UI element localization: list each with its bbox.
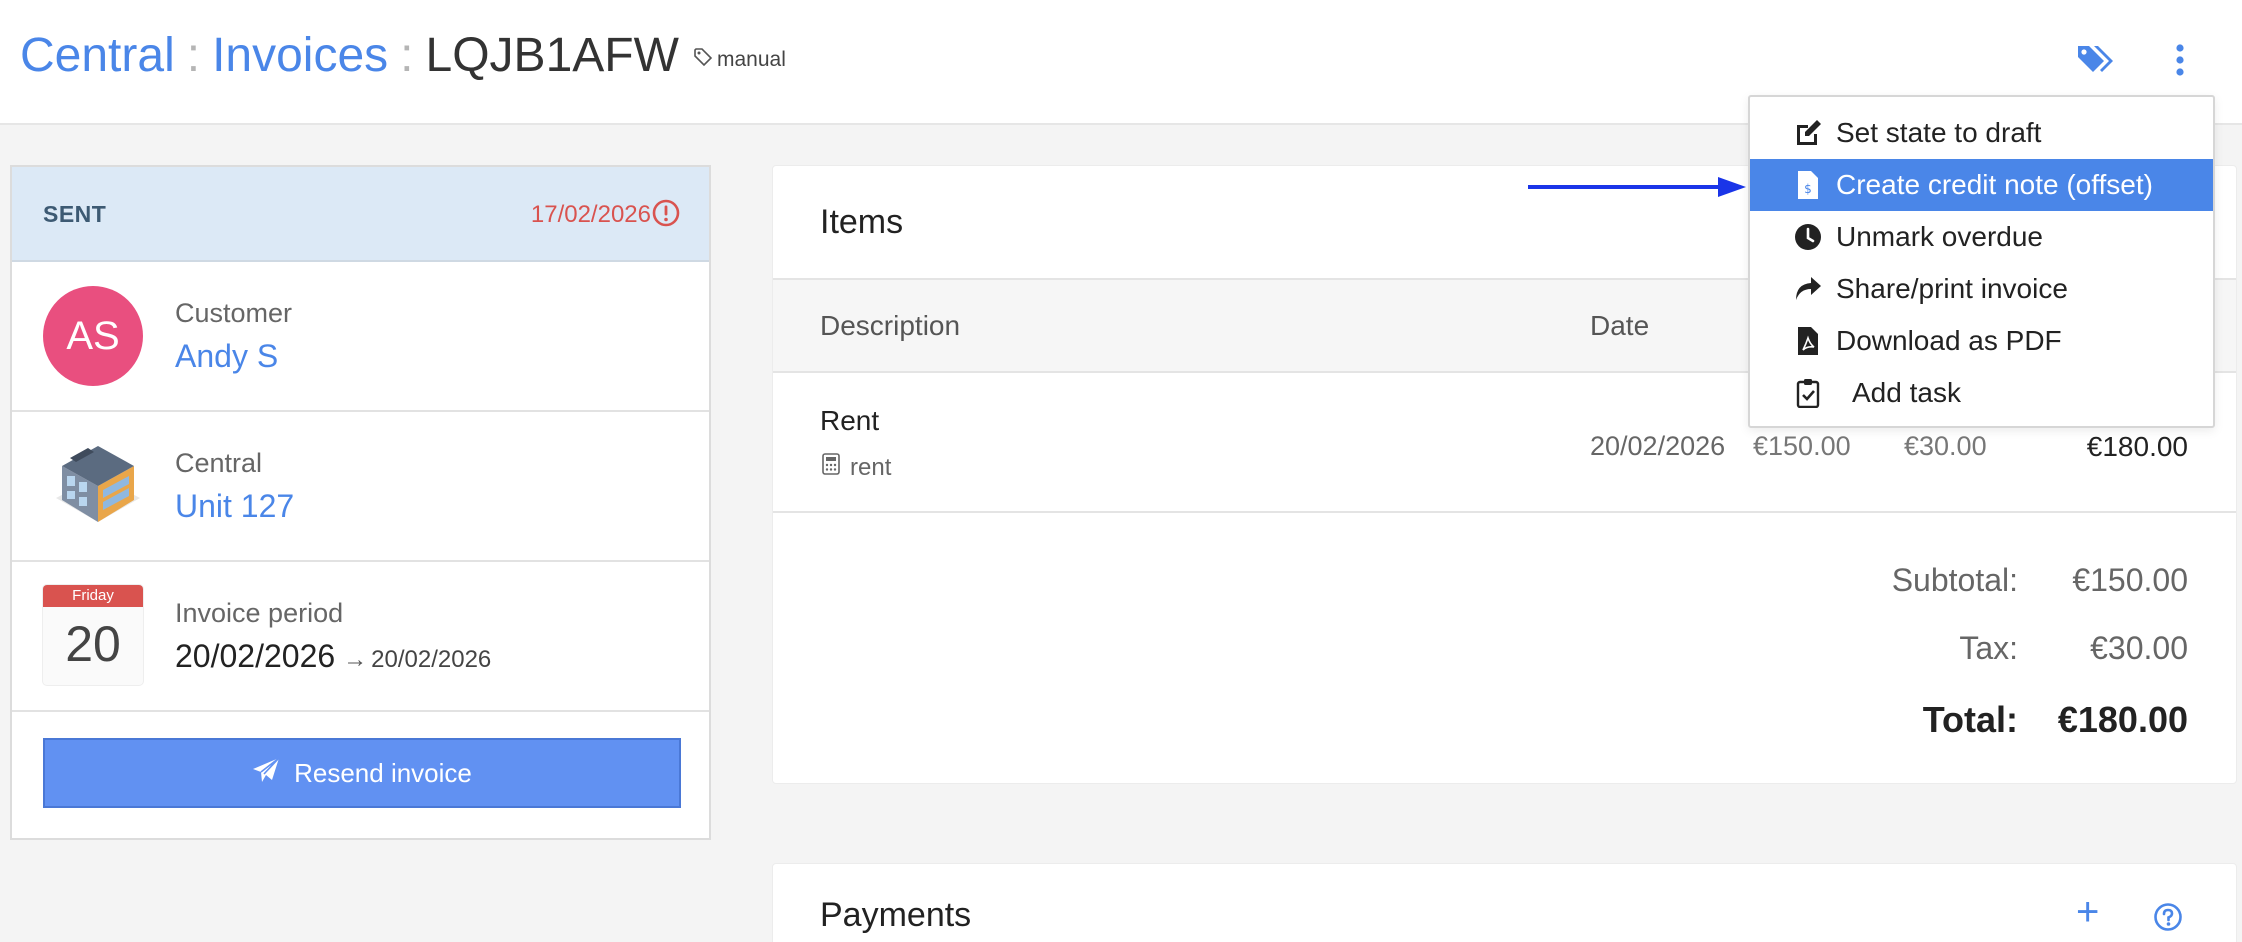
payments-title: Payments	[820, 896, 972, 934]
items-title: Items	[820, 203, 904, 241]
tags-icon[interactable]	[2076, 42, 2116, 78]
subtotal-label: Subtotal:	[1891, 562, 2018, 598]
invoice-summary-card: SENT 17/02/2026 AS Customer Andy S Centr…	[10, 165, 711, 840]
pdf-file-icon	[1792, 325, 1824, 357]
menu-item-create-credit-note[interactable]: $ Create credit note (offset)	[1750, 159, 2213, 211]
payments-card: Payments +	[772, 863, 2237, 942]
actions-dropdown-menu: Set state to draft $ Create credit note …	[1748, 95, 2215, 428]
avatar: AS	[43, 286, 143, 386]
calendar-icon: Friday 20	[43, 585, 143, 685]
manual-tag: manual	[693, 47, 786, 73]
menu-item-label: Unmark overdue	[1836, 221, 2043, 252]
total-label: Total:	[1922, 699, 2018, 740]
tax-value: €30.00	[2090, 630, 2188, 666]
menu-item-add-task[interactable]: Add task	[1750, 367, 2213, 419]
status-badge: SENT	[43, 201, 107, 227]
menu-item-label: Set state to draft	[1836, 117, 2042, 148]
edit-icon	[1792, 117, 1824, 149]
menu-item-label: Create credit note (offset)	[1836, 169, 2153, 200]
kebab-menu-icon[interactable]	[2168, 42, 2192, 78]
period-row: Friday 20 Invoice period 20/02/2026 → 20/0…	[12, 562, 709, 712]
customer-name-link[interactable]: Andy S	[175, 338, 278, 375]
column-description: Description	[820, 310, 961, 341]
resend-label: Resend invoice	[294, 757, 472, 788]
arrow-right-icon: →	[343, 646, 368, 673]
item-category-label: rent	[850, 453, 892, 481]
breadcrumb-central[interactable]: Central	[20, 29, 175, 82]
paper-plane-icon	[252, 756, 280, 790]
add-payment-button[interactable]: +	[2076, 892, 2099, 932]
item-category: rent	[822, 453, 891, 482]
item-total: €180.00	[2086, 431, 2188, 462]
building-icon	[48, 436, 148, 536]
menu-item-label: Share/print invoice	[1836, 273, 2068, 304]
item-date: 20/02/2026	[1590, 431, 1726, 461]
unit-link[interactable]: Unit 127	[175, 488, 294, 525]
menu-item-unmark-overdue[interactable]: Unmark overdue	[1750, 211, 2213, 263]
menu-item-label: Add task	[1852, 377, 1961, 408]
menu-item-set-draft[interactable]: Set state to draft	[1750, 107, 2213, 159]
clock-icon	[1792, 221, 1824, 253]
tag-label: manual	[717, 48, 786, 71]
status-bar: SENT 17/02/2026	[12, 167, 709, 262]
period-start: 20/02/2026	[175, 638, 336, 674]
period-range: 20/02/2026 → 20/02/2026	[175, 638, 491, 675]
due-date: 17/02/2026	[530, 201, 651, 228]
svg-text:$: $	[1804, 182, 1812, 196]
item-tax: €30.00	[1904, 431, 1987, 461]
customer-label: Customer	[175, 298, 293, 328]
question-circle-icon[interactable]	[2153, 902, 2183, 932]
property-label: Central	[175, 448, 263, 478]
breadcrumb-separator: :	[400, 29, 414, 82]
file-invoice-dollar-icon: $	[1792, 169, 1824, 201]
period-end: 20/02/2026	[371, 646, 492, 673]
share-icon	[1792, 273, 1824, 305]
exclamation-circle-icon	[651, 198, 681, 228]
calculator-icon	[822, 453, 840, 482]
item-net: €150.00	[1753, 431, 1851, 461]
column-date: Date	[1590, 310, 1650, 341]
breadcrumb-separator: :	[186, 29, 201, 82]
calendar-day: 20	[65, 616, 121, 672]
breadcrumb-invoices[interactable]: Invoices	[212, 29, 388, 82]
breadcrumb: Central: Invoices: LQJB1AFW	[20, 26, 679, 86]
period-label: Invoice period	[175, 598, 344, 628]
menu-item-share-print[interactable]: Share/print invoice	[1750, 263, 2213, 315]
menu-item-label: Download as PDF	[1836, 325, 2062, 356]
total-value: €180.00	[2057, 699, 2188, 740]
annotation-arrow	[1528, 177, 1746, 197]
property-row: Central Unit 127	[12, 412, 709, 562]
tax-label: Tax:	[1959, 630, 2018, 666]
subtotal-value: €150.00	[2072, 562, 2188, 598]
calendar-weekday: Friday	[43, 585, 143, 607]
menu-item-download-pdf[interactable]: Download as PDF	[1750, 315, 2213, 367]
clipboard-check-icon	[1792, 377, 1824, 409]
breadcrumb-current: LQJB1AFW	[425, 29, 679, 82]
item-name: Rent	[820, 405, 880, 436]
customer-row: AS Customer Andy S	[12, 262, 709, 412]
resend-invoice-button[interactable]: Resend invoice	[43, 738, 681, 808]
tag-icon	[693, 47, 713, 73]
